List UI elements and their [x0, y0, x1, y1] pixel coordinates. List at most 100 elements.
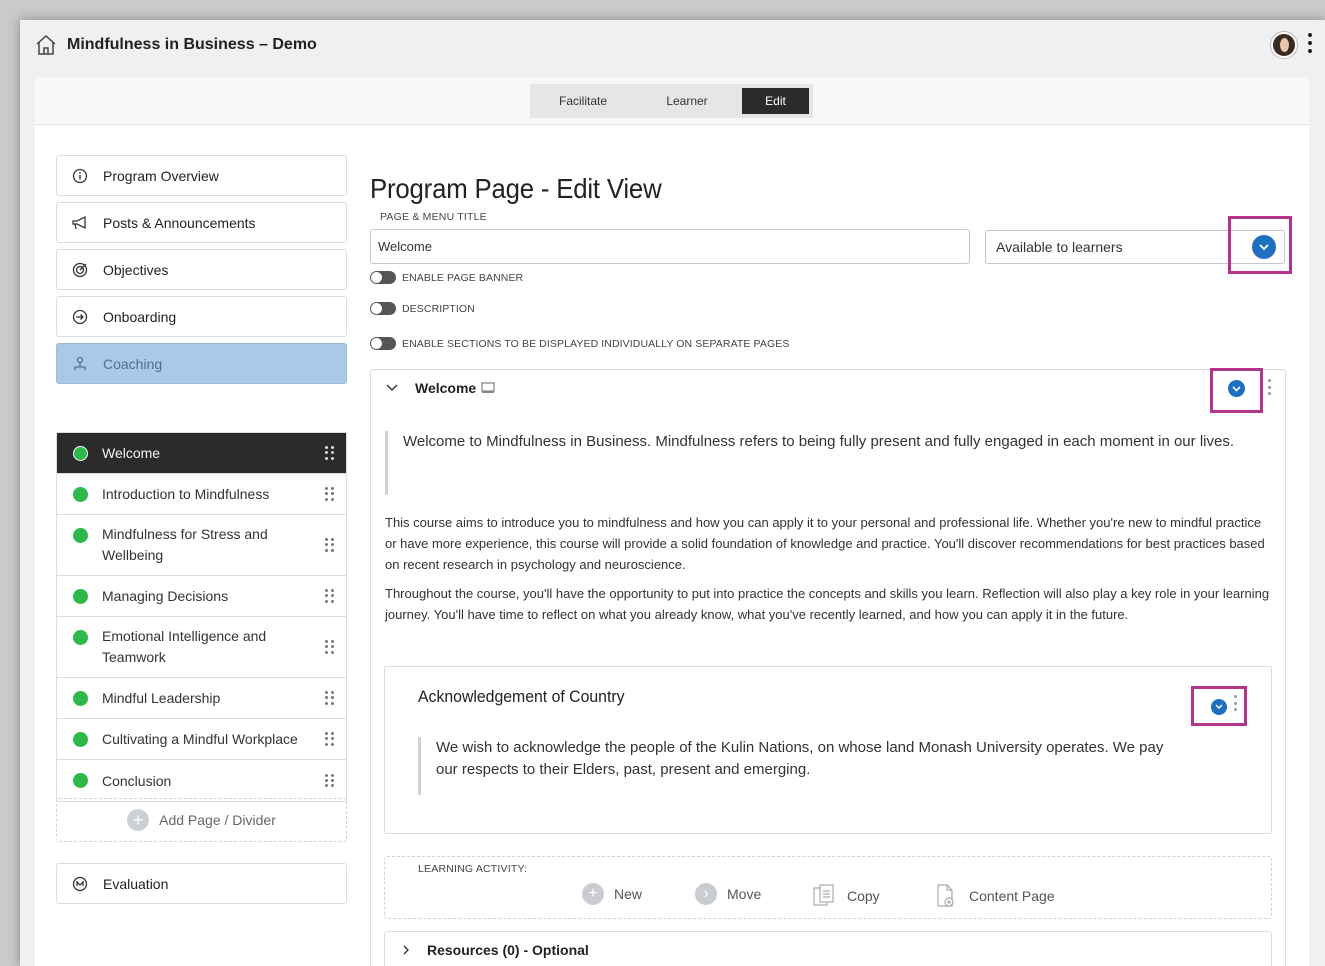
- page-item-welcome[interactable]: Welcome: [57, 433, 346, 474]
- enter-icon: [71, 308, 89, 326]
- page-item[interactable]: Cultivating a Mindful Workplace: [57, 719, 346, 760]
- page-item-label: Cultivating a Mindful Workplace: [102, 731, 298, 747]
- resources-section[interactable]: Resources (0) - Optional: [384, 931, 1272, 966]
- target-icon: [71, 261, 89, 279]
- page-title-input[interactable]: Welcome: [370, 229, 970, 264]
- coaching-icon: [71, 355, 89, 373]
- page-item[interactable]: Emotional Intelligence and Teamwork: [57, 617, 346, 678]
- mode-switcher: Facilitate Learner Edit: [530, 84, 813, 118]
- sidebar-item-label: Coaching: [103, 355, 163, 372]
- toggle-label: ENABLE PAGE BANNER: [402, 272, 524, 284]
- page-title: Program Page - Edit View: [370, 173, 662, 204]
- learning-activity-bar: LEARNING ACTIVITY: + New › Move Copy Con…: [384, 856, 1272, 919]
- sections-toggle[interactable]: [370, 337, 396, 350]
- more-menu-icon[interactable]: [1307, 33, 1313, 53]
- sidebar-item-label: Program Overview: [103, 167, 219, 184]
- app-title: Mindfulness in Business – Demo: [67, 36, 317, 53]
- title-bar: Mindfulness in Business – Demo: [20, 20, 1325, 70]
- page-item[interactable]: Managing Decisions: [57, 576, 346, 617]
- mode-edit[interactable]: Edit: [742, 88, 809, 114]
- page-item-label: Conclusion: [102, 772, 172, 789]
- title-field-label: PAGE & MENU TITLE: [380, 211, 487, 223]
- plus-icon: +: [582, 883, 604, 905]
- status-dot: [73, 773, 88, 788]
- page-item-label: Managing Decisions: [102, 588, 229, 604]
- status-dot: [73, 486, 88, 502]
- drag-handle-icon[interactable]: [325, 446, 335, 460]
- sidebar-item-coaching[interactable]: Coaching: [56, 343, 347, 384]
- section-welcome: Welcome Welcome to Mindfulness in Busine…: [370, 368, 1286, 966]
- page-item[interactable]: Mindfulness for Stress and Wellbeing: [57, 515, 346, 576]
- banner-toggle[interactable]: [370, 271, 396, 284]
- availability-value: Available to learners: [996, 239, 1123, 255]
- description-toggle[interactable]: [370, 302, 396, 315]
- sidebar-item-program-overview[interactable]: Program Overview: [56, 155, 347, 196]
- resources-header[interactable]: Resources (0) - Optional: [401, 942, 589, 958]
- status-dot: [73, 690, 88, 706]
- body-paragraph: Throughout the course, you'll have the o…: [385, 586, 1270, 622]
- add-page-button[interactable]: + Add Page / Divider: [56, 798, 347, 842]
- drag-handle-icon[interactable]: [325, 589, 335, 603]
- sidebar-item-onboarding[interactable]: Onboarding: [56, 296, 347, 337]
- ack-title: Acknowledgement of Country: [418, 687, 625, 706]
- evaluation-icon: [71, 875, 89, 893]
- learning-activity-label: LEARNING ACTIVITY:: [418, 863, 528, 875]
- drag-handle-icon[interactable]: [325, 773, 335, 788]
- add-page-label: Add Page / Divider: [159, 812, 276, 828]
- action-label: Content Page: [969, 888, 1055, 904]
- info-icon: [71, 167, 89, 185]
- sidebar-item-objectives[interactable]: Objectives: [56, 249, 347, 290]
- content-page-button[interactable]: Content Page: [933, 883, 1055, 909]
- chevron-down-icon[interactable]: [385, 381, 399, 395]
- toggle-label: DESCRIPTION: [402, 303, 475, 315]
- section-title: Welcome: [415, 380, 477, 396]
- action-label: Copy: [847, 888, 880, 904]
- move-activity-button[interactable]: › Move: [695, 883, 761, 905]
- status-dot: [73, 445, 88, 461]
- action-label: New: [614, 886, 643, 902]
- drag-handle-icon[interactable]: [325, 487, 335, 501]
- drag-handle-icon[interactable]: [325, 691, 335, 705]
- page-item-label: Mindfulness for Stress and Wellbeing: [102, 526, 268, 563]
- sidebar-item-label: Evaluation: [103, 875, 169, 892]
- sidebar-item-posts[interactable]: Posts & Announcements: [56, 202, 347, 243]
- home-icon[interactable]: [34, 33, 58, 57]
- page-add-icon: [937, 884, 954, 907]
- copy-icon: [813, 884, 834, 906]
- page-list: Welcome Introduction to Mindfulness Mind…: [56, 432, 347, 802]
- avatar[interactable]: [1271, 32, 1297, 58]
- body-paragraph: This course aims to introduce you to min…: [385, 515, 1265, 572]
- sidebar-item-label: Posts & Announcements: [103, 214, 256, 231]
- resources-title: Resources (0) - Optional: [427, 942, 589, 958]
- page-item[interactable]: Mindful Leadership: [57, 678, 346, 719]
- page-item[interactable]: Conclusion: [57, 760, 346, 801]
- ack-quote: We wish to acknowledge the people of the…: [418, 737, 1178, 795]
- copy-activity-button[interactable]: Copy: [811, 883, 880, 909]
- chevron-right-icon: [403, 945, 409, 955]
- toggle-label: ENABLE SECTIONS TO BE DISPLAYED INDIVIDU…: [402, 338, 790, 350]
- section-menu-icon[interactable]: [1268, 379, 1272, 395]
- sidebar-item-label: Onboarding: [103, 308, 177, 325]
- drag-handle-icon[interactable]: [325, 640, 335, 654]
- new-activity-button[interactable]: + New: [582, 883, 642, 905]
- megaphone-icon: [71, 214, 89, 232]
- sidebar-item-evaluation[interactable]: Evaluation: [56, 863, 347, 904]
- section-header[interactable]: Welcome: [385, 380, 495, 396]
- arrow-right-icon: ›: [695, 883, 717, 905]
- plus-icon: +: [127, 809, 150, 831]
- action-label: Move: [727, 886, 762, 902]
- drag-handle-icon[interactable]: [325, 732, 335, 746]
- status-dot: [73, 630, 88, 645]
- welcome-quote: Welcome to Mindfulness in Business. Mind…: [385, 431, 1265, 495]
- drag-handle-icon[interactable]: [325, 538, 335, 552]
- highlight-box: [1191, 686, 1247, 726]
- mode-learner[interactable]: Learner: [632, 88, 742, 114]
- app-window: Mindfulness in Business – Demo Facilitat…: [20, 20, 1325, 966]
- page-item-label: Emotional Intelligence and Teamwork: [102, 628, 267, 665]
- page-item-label: Welcome: [102, 445, 161, 461]
- mode-facilitate[interactable]: Facilitate: [534, 88, 632, 114]
- mode-bar: Facilitate Learner Edit: [35, 77, 1309, 125]
- page-item[interactable]: Introduction to Mindfulness: [57, 474, 346, 515]
- status-dot: [73, 731, 88, 747]
- acknowledgement-block: Acknowledgement of Country We wish to ac…: [384, 666, 1272, 834]
